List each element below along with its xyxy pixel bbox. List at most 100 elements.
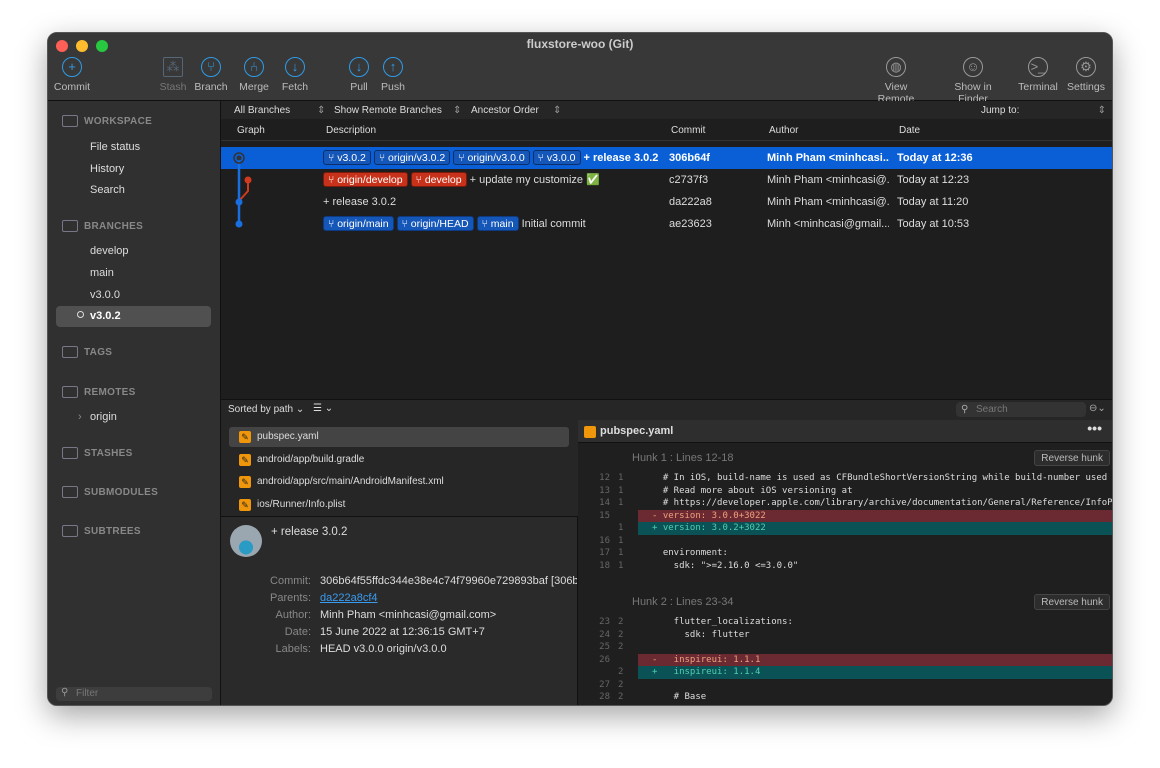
merge-icon: ⑃ [244, 57, 264, 77]
diff-line: 1 + version: 3.0.2+3022 [578, 522, 1112, 535]
settings-button[interactable]: ⚙ Settings [1066, 57, 1106, 93]
sidebar-branch-v3-0-2[interactable]: v3.0.2 [56, 306, 211, 327]
sidebar-item-history[interactable]: History [90, 163, 124, 175]
gear-icon: ⚙ [1076, 57, 1096, 77]
current-branch-icon [77, 311, 84, 318]
file-search-input[interactable]: ⚲ Search [956, 402, 1086, 417]
parent-link[interactable]: da222a8cf4 [320, 592, 378, 604]
modified-file-icon: ✎ [239, 453, 251, 466]
push-button[interactable]: ↑ Push [373, 57, 413, 93]
search-icon: ⚲ [61, 687, 69, 698]
author-avatar [230, 525, 262, 557]
remote-filter-select[interactable]: Show Remote Branches ⇕ [334, 105, 461, 116]
branch-icon: ⑂ [201, 57, 221, 77]
view-remote-button[interactable]: ◍ View Remote [866, 57, 926, 105]
sidebar-section-remotes[interactable]: REMOTES [62, 386, 136, 398]
commit-detail-pane: Sorted by path ⌄ ☰ ⌄ ⚲ Search ⊖⌄ ✎ pubspec… [221, 399, 1112, 705]
branch-label[interactable]: ⑂ origin/HEAD [396, 216, 474, 231]
commit-summary: + release 3.0.2 [271, 526, 348, 538]
jump-to-select[interactable]: ⇕ [1098, 105, 1106, 116]
commit-row[interactable]: + release 3.0.2 da222a8 Minh Pham <minhc… [221, 191, 1112, 213]
submodule-icon [62, 486, 78, 498]
modified-file-icon [584, 426, 596, 438]
changed-file[interactable]: ✎ android/app/build.gradle [229, 450, 569, 470]
column-graph[interactable]: Graph [237, 125, 265, 136]
branch-label[interactable]: ⑂ origin/v3.0.0 [453, 150, 530, 165]
sidebar-item-search[interactable]: Search [90, 184, 125, 196]
sort-select[interactable]: Sorted by path ⌄ [228, 404, 304, 415]
sidebar-remote-origin[interactable]: › origin [78, 411, 117, 423]
arrow-down-circle-icon: ↓ [349, 57, 369, 77]
changed-file[interactable]: ✎ pubspec.yaml [229, 427, 569, 447]
branch-label[interactable]: ⑂ develop [410, 172, 467, 187]
column-commit[interactable]: Commit [671, 125, 705, 136]
diff-line: 17 1 environment: [599, 548, 728, 558]
sidebar-filter-input[interactable]: ⚲ Filter [56, 687, 212, 701]
file-list-toolbar: Sorted by path ⌄ ☰ ⌄ ⚲ Search ⊖⌄ [221, 400, 1112, 420]
history-view: All Branches ⇕ Show Remote Branches ⇕ Ance… [221, 101, 1112, 705]
stash-button[interactable]: ⁂ Stash [153, 57, 193, 93]
commit-hash: da222a8 [669, 196, 712, 208]
finder-icon: ☺ [963, 57, 983, 77]
diff-line: 14 1 # https://developer.apple.com/librar… [599, 498, 1112, 508]
changed-file[interactable]: ✎ ios/Runner/Info.plist [229, 495, 569, 515]
sidebar-item-file-status[interactable]: File status [90, 141, 140, 153]
fetch-button[interactable]: ↓ Fetch [275, 57, 315, 93]
commit-date: Today at 10:53 [897, 218, 970, 230]
options-menu-button[interactable]: ⊖⌄ [1089, 403, 1106, 414]
terminal-button[interactable]: >_ Terminal [1018, 57, 1058, 93]
show-in-finder-button[interactable]: ☺ Show in Finder [938, 57, 1008, 105]
search-icon: ⚲ [961, 404, 969, 415]
commit-message: + release 3.0.2 [323, 196, 397, 208]
sidebar-section-tags[interactable]: TAGS [62, 346, 112, 358]
branch-label[interactable]: ⑂ main [476, 216, 519, 231]
diff-line: 292 intl: 0.17.0 [578, 704, 1112, 706]
list-view-toggle[interactable]: ☰ ⌄ [313, 403, 333, 414]
branch-label[interactable]: ⑂ v3.0.0 [532, 150, 581, 165]
more-options-icon[interactable]: ••• [1087, 420, 1102, 440]
commit-message: + release 3.0.2 [583, 152, 659, 164]
reverse-hunk-button[interactable]: Reverse hunk [1034, 450, 1110, 466]
changed-file[interactable]: ✎ android/app/src/main/AndroidManifest.xm… [229, 472, 569, 492]
commit-row[interactable]: ⑂ origin/main ⑂ origin/HEAD ⑂ main Initial … [221, 213, 1112, 235]
diff-line: 25 2 [599, 642, 624, 652]
sidebar-section-subtrees[interactable]: SUBTREES [62, 525, 141, 537]
sidebar-section-submodules[interactable]: SUBMODULES [62, 486, 158, 498]
diff-line: 23 2 flutter_localizations: [599, 617, 793, 627]
branch-label[interactable]: ⑂ origin/v3.0.2 [373, 150, 451, 165]
sidebar-branch-v3-0-0[interactable]: v3.0.0 [90, 289, 120, 301]
sidebar-branch-develop[interactable]: develop [90, 245, 129, 257]
plus-circle-icon: + [62, 57, 82, 77]
column-date[interactable]: Date [899, 125, 920, 136]
commit-button[interactable]: + Commit [52, 57, 92, 93]
commit-date: Today at 12:36 [897, 152, 973, 164]
branch-label[interactable]: ⑂ origin/main [323, 216, 394, 231]
diff-line: 28 2 # Base [599, 692, 707, 702]
graph-node [236, 155, 242, 161]
diff-file-header: pubspec.yaml ••• [578, 420, 1112, 443]
commit-author: Minh Pham <minhcasi@... [767, 196, 889, 208]
commit-row[interactable]: ⑂ v3.0.2 ⑂ origin/v3.0.2 ⑂ origin/v3.0.0 ⑂ … [221, 147, 1112, 169]
graph-node [244, 176, 252, 184]
order-select[interactable]: Ancestor Order ⇕ [471, 105, 561, 116]
sidebar-section-branches[interactable]: BRANCHES [62, 220, 143, 232]
branch-button[interactable]: ⑂ Branch [191, 57, 231, 93]
sidebar-branch-main[interactable]: main [90, 267, 114, 279]
sidebar-section-stashes[interactable]: STASHES [62, 447, 133, 459]
sidebar-section-workspace[interactable]: WORKSPACE [62, 115, 152, 127]
chevron-right-icon: › [78, 411, 82, 423]
toolbar: fluxstore-woo (Git) + Commit ⁂ Stash ⑂ Branch… [48, 33, 1112, 105]
column-author[interactable]: Author [769, 125, 798, 136]
branch-filter-select[interactable]: All Branches ⇕ [234, 105, 325, 116]
merge-button[interactable]: ⑃ Merge [234, 57, 274, 93]
commit-hash: c2737f3 [669, 174, 709, 186]
branch-label[interactable]: ⑂ origin/develop [323, 172, 408, 187]
commit-row[interactable]: ⑂ origin/develop ⑂ develop + update my cus… [221, 169, 1112, 191]
reverse-hunk-button[interactable]: Reverse hunk [1034, 594, 1110, 610]
commit-graph [233, 152, 252, 228]
modified-file-icon: ✎ [239, 498, 251, 511]
modified-file-icon: ✎ [239, 431, 251, 443]
diff-line: 12 1 # In iOS, build-name is used as CFBu… [599, 473, 1108, 483]
column-description[interactable]: Description [326, 125, 376, 136]
branch-label[interactable]: ⑂ v3.0.2 [323, 150, 371, 165]
